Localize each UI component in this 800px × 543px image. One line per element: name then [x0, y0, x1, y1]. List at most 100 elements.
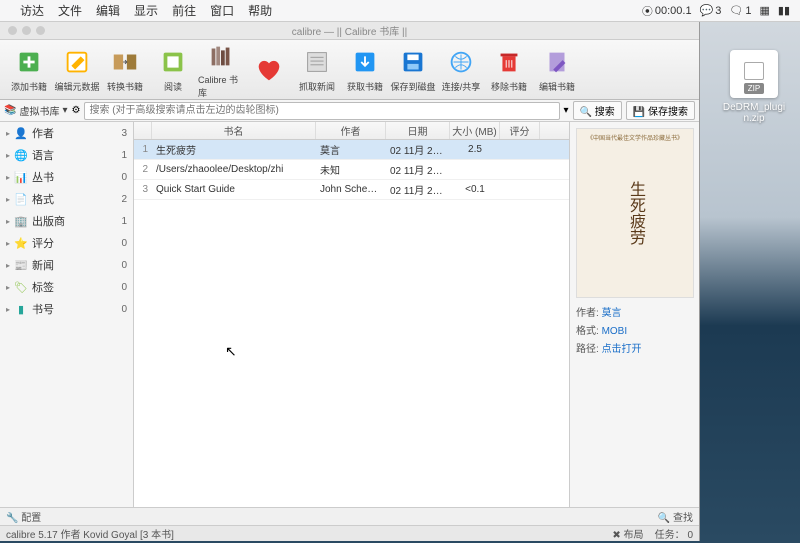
- config-button[interactable]: 🔧 配置: [6, 509, 41, 524]
- get-book-icon: [349, 46, 381, 78]
- tray-icon-2[interactable]: ▮▮: [778, 4, 790, 17]
- col-rating[interactable]: 评分: [500, 122, 540, 139]
- bottom-bar: 🔧 配置 🔍 查找: [0, 507, 699, 525]
- detail-row: 路径: 点击打开: [576, 340, 693, 355]
- window-title: calibre — || Calibre 书库 ||: [292, 23, 407, 38]
- toolbar-add-book[interactable]: 添加书籍: [6, 44, 52, 96]
- cover-banner: 《中国当代最佳文学作品珍藏丛书》: [581, 133, 689, 142]
- gear-icon[interactable]: ⚙: [71, 105, 80, 116]
- id-icon: ▮: [14, 302, 28, 316]
- tray-icon-1[interactable]: ▦: [759, 4, 769, 17]
- desktop-filename: DeDRM_plugin.zip: [722, 102, 786, 124]
- col-size[interactable]: 大小 (MB): [450, 122, 500, 139]
- sidebar-item-tag[interactable]: ▸🏷标签0: [0, 276, 133, 298]
- menu-window[interactable]: 窗口: [210, 2, 234, 19]
- table-header: 书名 作者 日期 大小 (MB) 评分: [134, 122, 569, 140]
- detail-link[interactable]: 点击打开: [602, 344, 642, 355]
- edit-metadata-icon: [61, 46, 93, 78]
- toolbar-remove-book[interactable]: 移除书籍: [486, 44, 532, 96]
- detail-link[interactable]: 莫言: [602, 308, 622, 319]
- series-icon: 📊: [14, 170, 28, 184]
- remove-book-icon: [493, 46, 525, 78]
- toolbar-edit-metadata[interactable]: 编辑元数据: [54, 44, 100, 96]
- publisher-icon: 🏢: [14, 214, 28, 228]
- detail-link[interactable]: MOBI: [602, 326, 628, 337]
- menu-view[interactable]: 显示: [134, 2, 158, 19]
- col-title[interactable]: 书名: [152, 122, 316, 139]
- sidebar-item-format[interactable]: ▸📄格式2: [0, 188, 133, 210]
- heart-icon: [253, 53, 285, 85]
- close-dot[interactable]: [8, 26, 17, 35]
- add-book-icon: [13, 46, 45, 78]
- virtual-library-button[interactable]: 📚 虚拟书库 ▾: [4, 103, 67, 118]
- sidebar-item-rating[interactable]: ▸⭐评分0: [0, 232, 133, 254]
- toolbar-fetch-news[interactable]: 抓取新闻: [294, 44, 340, 96]
- sidebar-item-id[interactable]: ▸▮书号0: [0, 298, 133, 320]
- chat-icon[interactable]: 💬 3: [700, 4, 722, 17]
- status-text: calibre 5.17 作者 Kovid Goyal [3 本书]: [6, 526, 174, 541]
- toolbar-library[interactable]: Calibre 书库: [198, 44, 244, 96]
- toolbar-convert-book[interactable]: 转换书籍: [102, 44, 148, 96]
- toolbar-connect-share[interactable]: 连接/共享: [438, 44, 484, 96]
- tag-icon: 🏷: [14, 280, 28, 294]
- toolbar-heart[interactable]: [246, 44, 292, 96]
- save-search-button[interactable]: 💾 保存搜索: [626, 101, 695, 120]
- sidebar-item-globe[interactable]: ▸🌐语言1: [0, 144, 133, 166]
- menu-file[interactable]: 文件: [58, 2, 82, 19]
- detail-row: 作者: 莫言: [576, 304, 693, 319]
- search-dropdown-icon[interactable]: ▾: [564, 105, 569, 116]
- library-icon: [205, 41, 237, 71]
- max-dot[interactable]: [36, 26, 45, 35]
- person-icon: 👤: [14, 126, 28, 140]
- sidebar-item-publisher[interactable]: ▸🏢出版商1: [0, 210, 133, 232]
- search-input[interactable]: [84, 102, 559, 120]
- desktop-file[interactable]: ZIP DeDRM_plugin.zip: [722, 50, 786, 124]
- detail-row: 格式: MOBI: [576, 322, 693, 337]
- sidebar: ▸👤作者3▸🌐语言1▸📊丛书0▸📄格式2▸🏢出版商1▸⭐评分0▸📰新闻0▸🏷标签…: [0, 122, 134, 507]
- timer-icon: ⦿ 00:00.1: [642, 3, 692, 19]
- sidebar-item-series[interactable]: ▸📊丛书0: [0, 166, 133, 188]
- table-row[interactable]: 2/Users/zhaoolee/Desktop/zhi未知02 11月 202…: [134, 160, 569, 180]
- format-icon: 📄: [14, 192, 28, 206]
- min-dot[interactable]: [22, 26, 31, 35]
- toolbar-read[interactable]: 阅读: [150, 44, 196, 96]
- col-author[interactable]: 作者: [316, 122, 386, 139]
- book-cover[interactable]: 《中国当代最佳文学作品珍藏丛书》 生死疲劳: [576, 128, 694, 298]
- jobs-label[interactable]: 任务： 0: [655, 530, 693, 541]
- convert-book-icon: [109, 46, 141, 78]
- connect-share-icon: [445, 46, 477, 78]
- mac-menubar: 访达 文件 编辑 显示 前往 窗口 帮助 ⦿ 00:00.1 💬 3 🗨 1 ▦…: [0, 0, 800, 22]
- news-icon: 📰: [14, 258, 28, 272]
- cover-title: 生死疲劳: [623, 181, 647, 245]
- zip-icon: ZIP: [730, 50, 778, 98]
- layout-button[interactable]: ✖ 布局: [612, 530, 643, 541]
- col-date[interactable]: 日期: [386, 122, 450, 139]
- detail-panel: 《中国当代最佳文学作品珍藏丛书》 生死疲劳 作者: 莫言格式: MOBI 路径: …: [569, 122, 699, 507]
- toolbar-get-book[interactable]: 获取书籍: [342, 44, 388, 96]
- find-button[interactable]: 🔍 查找: [658, 509, 693, 524]
- search-button[interactable]: 🔍 搜索: [573, 101, 622, 120]
- read-icon: [157, 46, 189, 78]
- save-disk-icon: [397, 46, 429, 78]
- globe-icon: 🌐: [14, 148, 28, 162]
- wechat-icon[interactable]: 🗨 1: [729, 4, 751, 17]
- menu-go[interactable]: 前往: [172, 2, 196, 19]
- fetch-news-icon: [301, 46, 333, 78]
- toolbar-save-disk[interactable]: 保存到磁盘: [390, 44, 436, 96]
- search-row: 📚 虚拟书库 ▾ ⚙ ▾ 🔍 搜索 💾 保存搜索: [0, 100, 699, 122]
- status-bar: calibre 5.17 作者 Kovid Goyal [3 本书] ✖ 布局 …: [0, 525, 699, 541]
- sidebar-item-person[interactable]: ▸👤作者3: [0, 122, 133, 144]
- edit-book-icon: [541, 46, 573, 78]
- toolbar: 添加书籍编辑元数据转换书籍阅读Calibre 书库 抓取新闻获取书籍保存到磁盘连接…: [0, 40, 699, 100]
- calibre-window: calibre — || Calibre 书库 || 添加书籍编辑元数据转换书籍…: [0, 22, 700, 541]
- table-row[interactable]: 3Quick Start GuideJohn Schember02 11月 20…: [134, 180, 569, 200]
- menu-help[interactable]: 帮助: [248, 2, 272, 19]
- sidebar-item-news[interactable]: ▸📰新闻0: [0, 254, 133, 276]
- table-row[interactable]: 1生死疲劳莫言02 11月 20202.5: [134, 140, 569, 160]
- toolbar-edit-book[interactable]: 编辑书籍: [534, 44, 580, 96]
- window-titlebar: calibre — || Calibre 书库 ||: [0, 22, 699, 40]
- menu-app[interactable]: 访达: [20, 2, 44, 19]
- menubar-right: ⦿ 00:00.1 💬 3 🗨 1 ▦ ▮▮: [642, 3, 790, 19]
- rating-icon: ⭐: [14, 236, 28, 250]
- menu-edit[interactable]: 编辑: [96, 2, 120, 19]
